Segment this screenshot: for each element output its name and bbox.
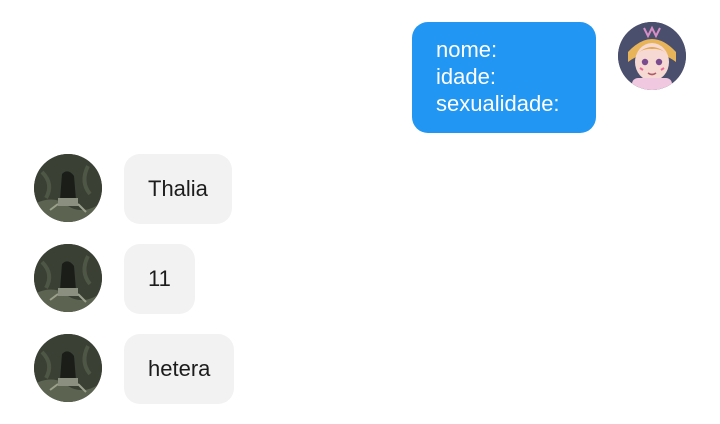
sent-message-line: sexualidade: <box>436 91 560 116</box>
received-message-bubble[interactable]: hetera <box>124 334 235 404</box>
received-message-bubble[interactable]: 11 <box>124 244 195 314</box>
sent-message-line: nome: <box>436 37 498 62</box>
received-message-row: hetera <box>34 334 235 404</box>
received-message-row: 11 <box>34 244 195 314</box>
dark-photo-avatar-icon <box>34 154 102 222</box>
sender-avatar[interactable] <box>618 22 686 90</box>
sent-message-row: nome: idade: sexualidade: <box>412 22 686 133</box>
dark-photo-avatar-icon <box>34 244 102 312</box>
anime-character-avatar-icon <box>618 22 686 90</box>
recipient-avatar[interactable] <box>34 244 102 312</box>
received-message-row: Thalia <box>34 154 232 224</box>
dark-photo-avatar-icon <box>34 334 102 402</box>
sent-message-bubble[interactable]: nome: idade: sexualidade: <box>412 22 596 133</box>
sent-message-line: idade: <box>436 64 496 89</box>
recipient-avatar[interactable] <box>34 334 102 402</box>
recipient-avatar[interactable] <box>34 154 102 222</box>
received-message-bubble[interactable]: Thalia <box>124 154 232 224</box>
